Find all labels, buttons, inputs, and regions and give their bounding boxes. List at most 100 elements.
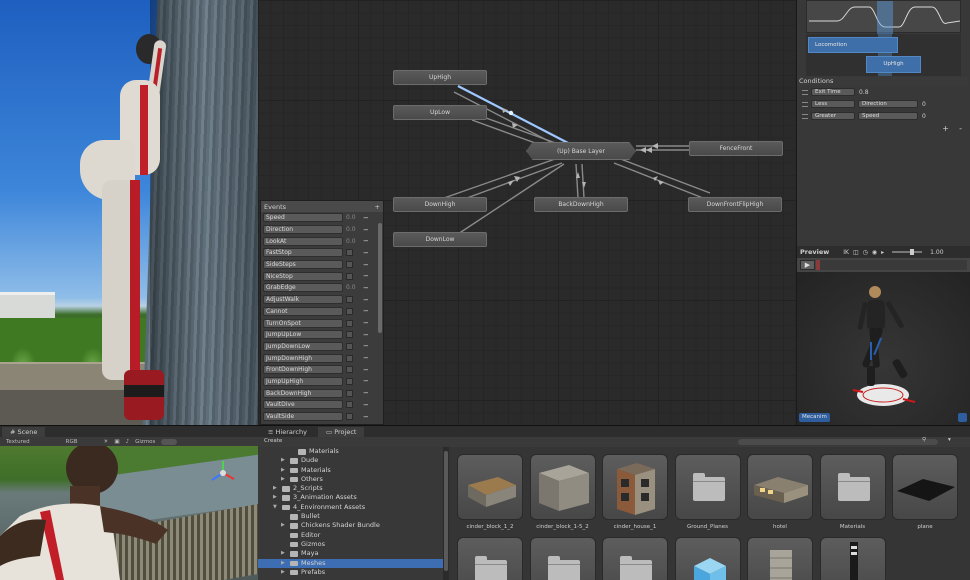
event-name-field[interactable]: JumpUpHigh bbox=[263, 376, 343, 386]
event-checkbox[interactable] bbox=[346, 401, 353, 409]
event-name-field[interactable]: VaultSide bbox=[263, 412, 343, 422]
remove-event-icon[interactable]: − bbox=[363, 377, 369, 385]
asset-tile[interactable] bbox=[747, 537, 813, 580]
project-search-input[interactable] bbox=[738, 439, 938, 445]
remove-event-icon[interactable]: − bbox=[363, 307, 369, 315]
event-checkbox[interactable] bbox=[346, 342, 353, 350]
drag-handle[interactable] bbox=[802, 113, 808, 119]
event-name-field[interactable]: Speed bbox=[263, 213, 343, 223]
remove-condition-button[interactable]: - bbox=[959, 124, 962, 133]
remove-event-icon[interactable]: − bbox=[363, 331, 369, 339]
tree-item[interactable]: Gizmos bbox=[258, 540, 443, 549]
play-button[interactable]: ▶ bbox=[800, 260, 815, 270]
playback-speed-slider[interactable] bbox=[892, 249, 923, 255]
tree-item[interactable]: ▶ Prefabs bbox=[258, 568, 443, 577]
create-dropdown[interactable]: Create bbox=[264, 438, 282, 444]
condition-mode-dropdown[interactable]: Greater bbox=[811, 112, 855, 120]
expand-arrow-icon[interactable]: ▶ bbox=[281, 466, 285, 475]
event-name-field[interactable]: LookAt bbox=[263, 236, 343, 246]
remove-event-icon[interactable]: − bbox=[363, 284, 369, 292]
event-checkbox[interactable] bbox=[346, 249, 353, 257]
remove-event-icon[interactable]: − bbox=[363, 249, 369, 257]
state-uphigh[interactable]: UpHigh bbox=[393, 70, 487, 85]
tree-item[interactable]: ▶ Materials bbox=[258, 466, 443, 475]
event-name-field[interactable]: VaultDive bbox=[263, 400, 343, 410]
tree-item[interactable]: ▼ 4_Environment Assets bbox=[258, 503, 443, 512]
event-name-field[interactable]: JumpDownLow bbox=[263, 341, 343, 351]
event-name-field[interactable]: AdjustWalk bbox=[263, 295, 343, 305]
remove-event-icon[interactable]: − bbox=[363, 366, 369, 374]
filter-icon[interactable]: ⚲ bbox=[922, 437, 926, 443]
asset-tile[interactable] bbox=[674, 537, 741, 580]
game-view[interactable] bbox=[0, 0, 258, 425]
asset-tile[interactable]: cinder_block_1_2 bbox=[457, 454, 523, 530]
event-name-field[interactable]: JumpDownHigh bbox=[263, 353, 343, 363]
event-name-field[interactable]: NiceStop bbox=[263, 271, 343, 281]
remove-event-icon[interactable]: − bbox=[363, 214, 369, 222]
remove-event-icon[interactable]: − bbox=[363, 272, 369, 280]
remove-event-icon[interactable]: − bbox=[363, 342, 369, 350]
event-name-field[interactable]: BackDownHigh bbox=[263, 388, 343, 398]
event-checkbox[interactable] bbox=[346, 366, 353, 374]
tree-item[interactable]: ▶ Maya bbox=[258, 549, 443, 558]
event-checkbox[interactable] bbox=[346, 331, 353, 339]
timeline-locomotion[interactable]: Locomotion bbox=[808, 37, 898, 53]
render-mode-dropdown[interactable]: Textured bbox=[6, 439, 30, 445]
event-name-field[interactable]: Direction bbox=[263, 225, 343, 235]
expand-arrow-icon[interactable]: ▶ bbox=[281, 521, 285, 530]
condition-mode-dropdown[interactable]: Less bbox=[811, 100, 855, 108]
event-name-field[interactable]: JumpUpLow bbox=[263, 330, 343, 340]
event-checkbox[interactable] bbox=[346, 307, 353, 315]
preview-scrubber[interactable] bbox=[816, 260, 967, 270]
event-checkbox[interactable] bbox=[346, 377, 353, 385]
event-name-field[interactable]: TurnOnSpot bbox=[263, 318, 343, 328]
asset-tile[interactable] bbox=[529, 537, 596, 580]
asset-tile[interactable] bbox=[602, 537, 668, 580]
expand-arrow-icon[interactable]: ▶ bbox=[273, 484, 277, 493]
search-field[interactable] bbox=[161, 438, 178, 445]
event-name-field[interactable]: GrabEdge bbox=[263, 283, 343, 293]
remove-event-icon[interactable]: − bbox=[363, 413, 369, 421]
condition-param-dropdown[interactable]: Speed bbox=[858, 112, 918, 120]
events-scrollbar[interactable] bbox=[378, 223, 382, 333]
remove-event-icon[interactable]: − bbox=[363, 354, 369, 362]
asset-tile[interactable]: cinder_block_1-5_2 bbox=[529, 454, 596, 530]
expand-arrow-icon[interactable]: ▼ bbox=[273, 503, 277, 512]
remove-event-icon[interactable]: − bbox=[363, 401, 369, 409]
expand-arrow-icon[interactable]: ▶ bbox=[281, 549, 285, 558]
remove-event-icon[interactable]: − bbox=[363, 389, 369, 397]
remove-event-icon[interactable]: − bbox=[363, 226, 369, 234]
event-checkbox[interactable] bbox=[346, 354, 353, 362]
event-checkbox[interactable] bbox=[346, 272, 353, 280]
event-name-field[interactable]: SideSteps bbox=[263, 260, 343, 270]
state-downfrontfliphigh[interactable]: DownFrontFlipHigh bbox=[688, 197, 782, 212]
speed-icon[interactable]: ◷ bbox=[863, 249, 868, 256]
transition-timeline[interactable]: Locomotion UpHigh bbox=[806, 34, 961, 76]
event-value[interactable]: 0.0 bbox=[346, 214, 360, 221]
state-uplow[interactable]: UpLow bbox=[393, 105, 487, 120]
event-checkbox[interactable] bbox=[346, 413, 353, 421]
expand-arrow-icon[interactable]: ▶ bbox=[281, 568, 285, 577]
audio-icon[interactable]: ♪ bbox=[126, 439, 130, 445]
asset-tile[interactable] bbox=[819, 537, 886, 580]
condition-value[interactable]: 0 bbox=[922, 101, 926, 108]
expand-arrow-icon[interactable]: ▶ bbox=[281, 559, 285, 568]
state-backdownhigh[interactable]: BackDownHigh bbox=[534, 197, 628, 212]
event-name-field[interactable]: FastStop bbox=[263, 248, 343, 258]
tree-item[interactable]: Bullet bbox=[258, 512, 443, 521]
expand-arrow-icon[interactable]: ▶ bbox=[281, 475, 285, 484]
add-condition-button[interactable]: + bbox=[942, 124, 949, 133]
channel-dropdown[interactable]: RGB bbox=[66, 439, 78, 445]
tree-item[interactable]: ▶ Chickens Shader Bundle bbox=[258, 521, 443, 530]
state-base-layer[interactable]: (Up) Base Layer bbox=[526, 142, 636, 160]
image-icon[interactable]: ▣ bbox=[114, 439, 119, 445]
asset-tile[interactable]: cinder_house_1 bbox=[602, 454, 668, 530]
state-downlow[interactable]: DownLow bbox=[393, 232, 487, 247]
timeline-uphigh[interactable]: UpHigh bbox=[866, 56, 921, 73]
asset-tile[interactable]: Ground_Planes bbox=[674, 454, 741, 530]
event-checkbox[interactable] bbox=[346, 319, 353, 327]
event-checkbox[interactable] bbox=[346, 261, 353, 269]
ik-toggle[interactable]: IK bbox=[843, 249, 849, 256]
condition-param-dropdown[interactable]: Exit Time bbox=[811, 88, 855, 96]
tree-item[interactable]: ▶ Others bbox=[258, 475, 443, 484]
